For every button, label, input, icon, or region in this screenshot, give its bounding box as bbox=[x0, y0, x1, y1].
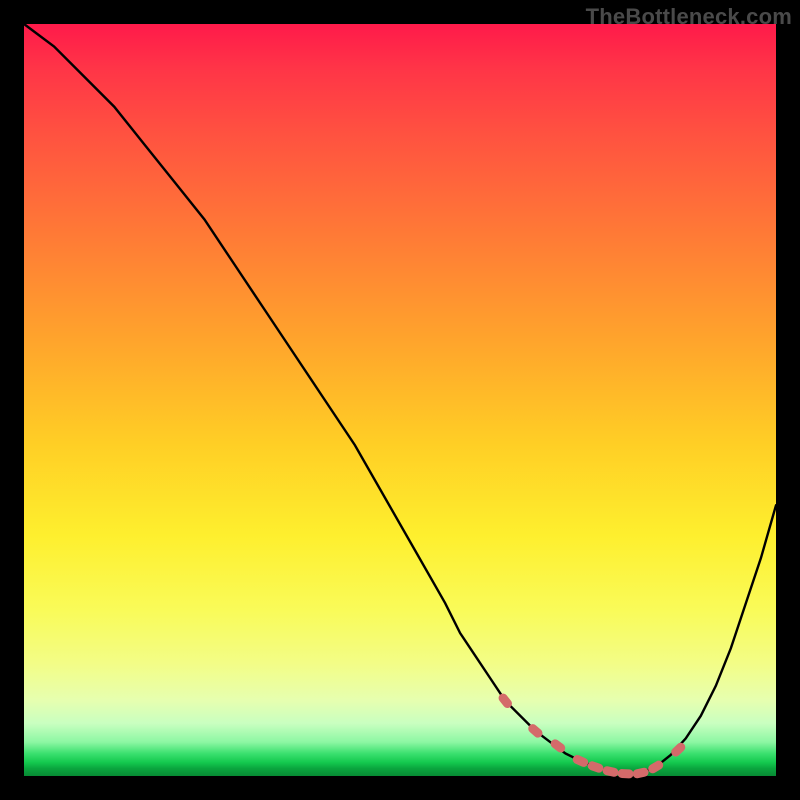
marker-dot bbox=[617, 769, 633, 779]
marker-dot bbox=[586, 760, 604, 774]
data-markers bbox=[497, 692, 687, 779]
marker-dot bbox=[669, 741, 687, 759]
marker-dot bbox=[602, 765, 620, 777]
plot-area bbox=[24, 24, 776, 776]
chart-svg bbox=[24, 24, 776, 776]
chart-stage: TheBottleneck.com bbox=[0, 0, 800, 800]
marker-dot bbox=[571, 754, 589, 769]
curve-line bbox=[24, 24, 776, 774]
watermark-text: TheBottleneck.com bbox=[586, 4, 792, 30]
marker-dot bbox=[632, 767, 650, 779]
